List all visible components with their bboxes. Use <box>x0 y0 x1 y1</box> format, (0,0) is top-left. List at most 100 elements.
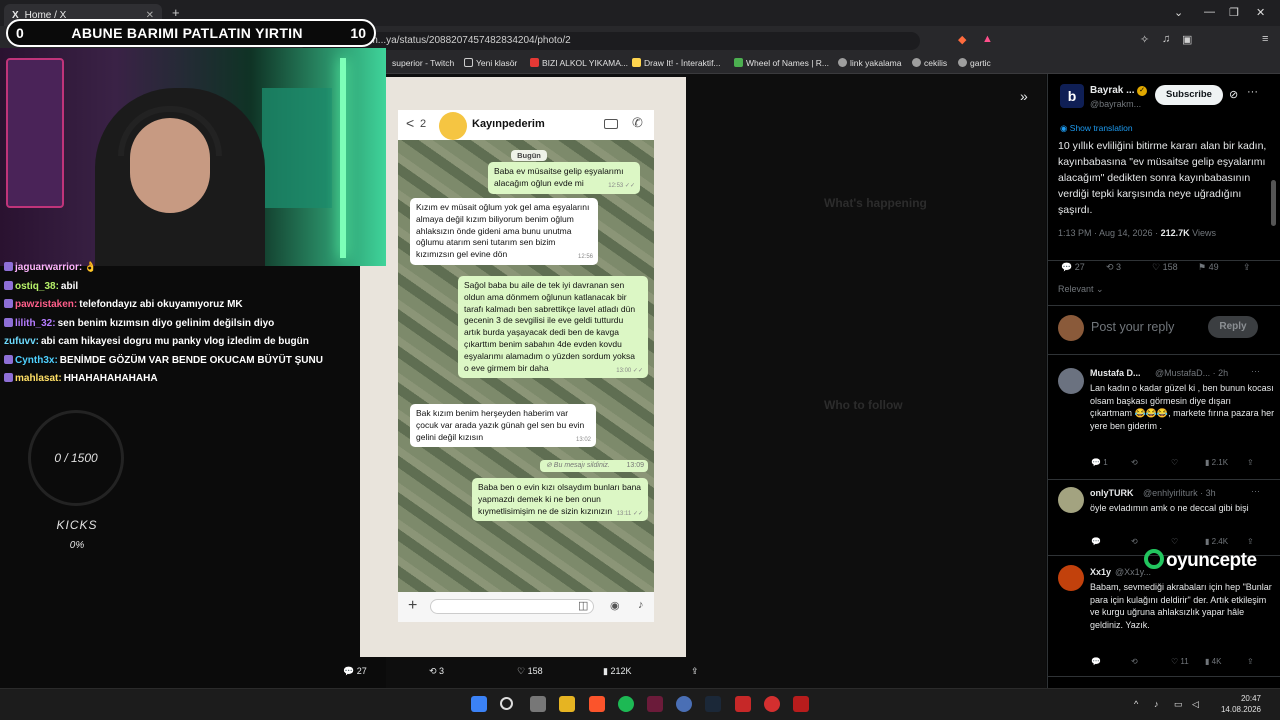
scrollbar[interactable] <box>1271 180 1276 226</box>
chat-user: Cynth3x: <box>15 354 58 366</box>
more-icon[interactable]: ··· <box>1251 486 1260 496</box>
spotify-icon[interactable] <box>618 696 634 712</box>
brave-browser-icon[interactable] <box>589 696 605 712</box>
bookmark-folder[interactable]: Yeni klasör <box>464 58 517 68</box>
brave-shield-icon[interactable]: ◆ <box>958 33 966 46</box>
reply-input[interactable]: Post your reply <box>1091 320 1174 334</box>
repost-action[interactable]: ⟲ 3 <box>429 666 444 677</box>
task-view-icon[interactable] <box>530 696 546 712</box>
repost-count-button[interactable]: ⟲ 3 <box>1106 262 1121 273</box>
message-text: Bak kızım benim herşeyden haberim var ço… <box>416 408 585 442</box>
reply-action[interactable]: 💬 27 <box>343 666 367 677</box>
views-action[interactable]: ▮ 212K <box>603 666 631 677</box>
chevron-up-icon[interactable]: ^ <box>1134 699 1138 709</box>
like-action[interactable]: ♡ <box>1171 458 1178 467</box>
reply-avatar[interactable] <box>1058 368 1084 394</box>
maximize-icon[interactable]: ❐ <box>1229 6 1239 19</box>
share-icon[interactable]: ⇪ <box>1247 537 1254 546</box>
tweet-text: 10 yıllık evliliğini bitirme kararı alan… <box>1058 140 1267 216</box>
new-tab-button[interactable]: + <box>172 5 180 20</box>
reply-action[interactable]: 💬 <box>1091 657 1101 666</box>
repost-action[interactable]: ⟲ <box>1131 458 1138 467</box>
message-time: 13:11 ✓✓ <box>616 510 643 517</box>
file-explorer-icon[interactable] <box>559 696 575 712</box>
media-icon[interactable]: ♫ <box>1162 33 1170 45</box>
photo-action-bar: 💬 27 ⟲ 3 ♡ 158 ▮ 212K ⇪ <box>343 664 703 682</box>
author-avatar[interactable]: b <box>1060 84 1084 108</box>
views-action[interactable]: ▮ 4K <box>1205 657 1221 666</box>
bookmark-item[interactable]: Draw It! - İnteraktif... <box>632 58 721 68</box>
camera-icon: ◉ <box>610 600 620 612</box>
share-icon[interactable]: ⇪ <box>691 666 699 677</box>
menu-icon[interactable]: ≡ <box>1262 33 1268 45</box>
unread-count: 2 <box>420 118 427 130</box>
steam-icon[interactable] <box>705 696 721 712</box>
sidebar-icon[interactable]: ▣ <box>1182 33 1192 46</box>
bookmark-item[interactable]: BIZI ALKOL YIKAMA... <box>530 58 628 68</box>
bookmark-item[interactable]: Wheel of Names | R... <box>734 58 829 68</box>
show-translation-link[interactable]: ◉ Show translation <box>1060 123 1133 134</box>
start-icon[interactable] <box>471 696 487 712</box>
share-icon[interactable]: ⇪ <box>1243 262 1251 273</box>
mic-icon[interactable]: ♪ <box>1154 699 1159 709</box>
reply-author[interactable]: Mustafa D... <box>1090 368 1141 378</box>
share-icon[interactable]: ⇪ <box>1247 458 1254 467</box>
globe-icon <box>912 58 921 67</box>
views-action[interactable]: ▮ 2.1K <box>1205 458 1228 467</box>
like-action[interactable]: ♡ 158 <box>517 666 543 677</box>
reply-avatar[interactable] <box>1058 565 1084 591</box>
tab-list-icon[interactable]: ⌄ <box>1174 6 1183 19</box>
reply-avatar[interactable] <box>1058 487 1084 513</box>
app-icon[interactable] <box>764 696 780 712</box>
grok-icon[interactable]: ⊘ <box>1229 88 1238 101</box>
reply-count-button[interactable]: 💬 27 <box>1061 262 1085 273</box>
subscribe-button[interactable]: Subscribe <box>1155 85 1223 105</box>
brave-rewards-icon[interactable]: ▲ <box>982 33 993 45</box>
sort-dropdown[interactable]: Relevant ⌄ <box>1058 284 1104 295</box>
reply-button[interactable]: Reply <box>1208 316 1258 338</box>
author-name[interactable]: Bayrak ... <box>1090 85 1134 96</box>
like-count-button[interactable]: ♡ 158 <box>1152 262 1178 273</box>
message-bubble-outgoing: Baba ben o evin kızı olsaydım bunları ba… <box>472 478 648 522</box>
bookmark-item[interactable]: superior - Twitch <box>392 58 454 68</box>
url-field[interactable]: x.com/bayrakm...ya/status/20882074574828… <box>300 32 920 50</box>
reply-item[interactable]: Mustafa D... @MustafaD... · 2h ··· Lan k… <box>1047 360 1280 480</box>
repost-action[interactable]: ⟲ <box>1131 537 1138 546</box>
volume-icon[interactable]: ◁ <box>1192 699 1199 710</box>
views-action[interactable]: ▮ 2.4K <box>1205 537 1228 546</box>
bookmark-label: link yakalama <box>850 58 902 68</box>
app-icon[interactable] <box>676 696 692 712</box>
network-icon[interactable]: ▭ <box>1174 699 1183 710</box>
user-avatar <box>1058 315 1084 341</box>
collapse-panel-icon[interactable]: » <box>1020 88 1028 104</box>
reply-author[interactable]: onlyTURK <box>1090 488 1134 498</box>
app-icon[interactable] <box>735 696 751 712</box>
bookmark-item[interactable]: link yakalama <box>838 58 902 68</box>
system-clock[interactable]: 20:47 14.08.2026 <box>1213 693 1261 715</box>
repost-action[interactable]: ⟲ <box>1131 657 1138 666</box>
reply-action[interactable]: 💬 <box>1091 537 1101 546</box>
like-action[interactable]: ♡ 11 <box>1171 657 1189 666</box>
bookmark-item[interactable]: cekilis <box>912 58 947 68</box>
extensions-icon[interactable]: ✧ <box>1140 33 1149 46</box>
bookmark-item[interactable]: gartic <box>958 58 991 68</box>
views-count: 4K <box>1211 657 1222 666</box>
more-icon[interactable]: ··· <box>1247 86 1258 98</box>
like-action[interactable]: ♡ <box>1171 537 1178 546</box>
app-icon[interactable] <box>647 696 663 712</box>
reply-author[interactable]: Xx1y <box>1090 567 1111 577</box>
reply-action[interactable]: 💬 1 <box>1091 458 1108 467</box>
search-icon[interactable] <box>500 697 513 710</box>
back-icon: < <box>406 115 415 131</box>
stream-title-bar: 0 ABUNE BARIMI PATLATIN YIRTIN 10 <box>6 19 376 47</box>
reply-item[interactable]: Xx1y @Xx1y... Babam, sevmediği akrabalar… <box>1047 557 1280 677</box>
close-window-icon[interactable]: ✕ <box>1256 6 1265 19</box>
author-handle[interactable]: @bayrakm... <box>1090 99 1141 109</box>
app-icon[interactable] <box>793 696 809 712</box>
reply-item[interactable]: onlyTURK @enhlyirliturk · 3h ··· öyle ev… <box>1047 481 1280 556</box>
minimize-icon[interactable]: — <box>1204 6 1215 18</box>
more-icon[interactable]: ··· <box>1251 366 1260 376</box>
share-icon[interactable]: ⇪ <box>1247 657 1254 666</box>
bookmark-count-button[interactable]: ⚑ 49 <box>1198 262 1219 273</box>
site-icon <box>530 58 539 67</box>
